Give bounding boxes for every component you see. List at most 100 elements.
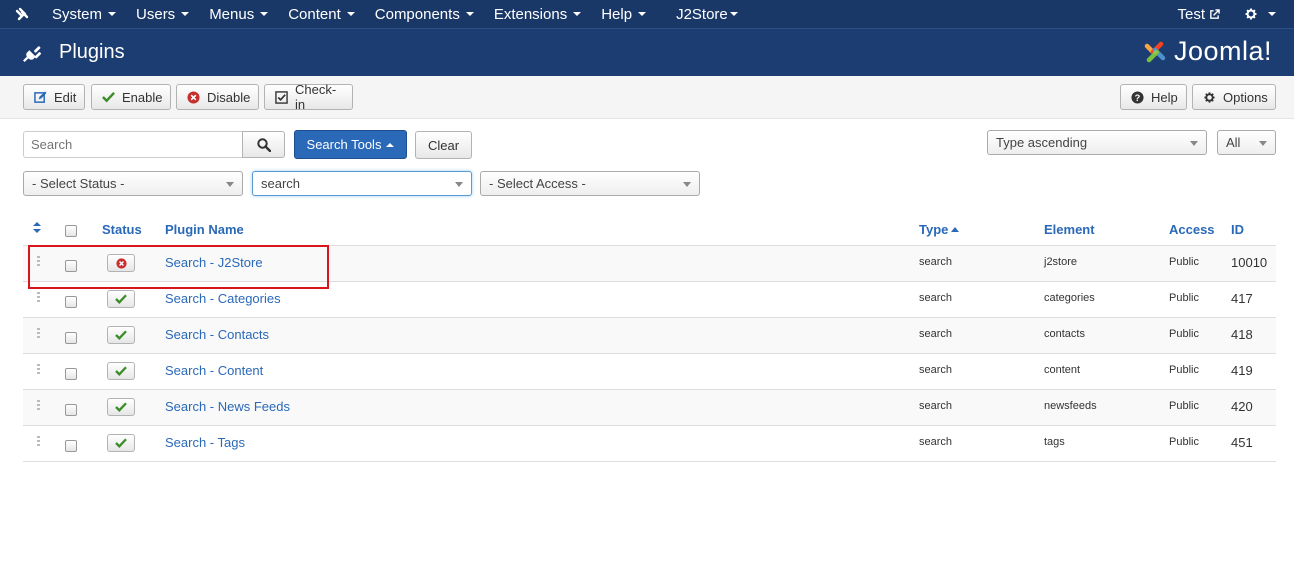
row-checkbox[interactable] xyxy=(65,440,77,452)
help-button[interactable]: ? Help xyxy=(1120,84,1187,110)
chevron-down-icon xyxy=(1190,141,1198,146)
type-filter-value: search xyxy=(261,176,301,191)
plugin-element: tags xyxy=(1044,436,1065,448)
column-status[interactable]: Status xyxy=(102,222,142,237)
nav-content[interactable]: Content xyxy=(278,0,365,28)
clear-button[interactable]: Clear xyxy=(415,131,472,159)
check-icon xyxy=(115,366,127,376)
enable-button[interactable]: Enable xyxy=(91,84,171,110)
type-filter-select[interactable]: search xyxy=(252,171,472,196)
nav-system-label: System xyxy=(52,5,103,23)
nav-help-label: Help xyxy=(601,5,633,23)
limit-select-value: All xyxy=(1226,135,1241,150)
nav-components-label: Components xyxy=(374,5,460,23)
page-header: Plugins Joomla! xyxy=(0,28,1294,76)
plugin-type: search xyxy=(919,256,953,268)
nav-components[interactable]: Components xyxy=(365,0,484,28)
plugin-name-link[interactable]: Search - News Feeds xyxy=(165,399,290,414)
disable-icon xyxy=(187,90,200,104)
search-button[interactable] xyxy=(242,131,285,158)
row-checkbox[interactable] xyxy=(65,296,77,308)
nav-help[interactable]: Help xyxy=(591,0,656,28)
nav-j2store[interactable]: J2Store xyxy=(666,0,748,28)
nav-users[interactable]: Users xyxy=(126,0,199,28)
checkin-button[interactable]: Check-in xyxy=(264,82,353,112)
chevron-down-icon xyxy=(683,182,691,187)
select-all-checkbox[interactable] xyxy=(65,225,77,237)
nav-user-link[interactable]: Test xyxy=(1167,0,1224,28)
search-tools-button[interactable]: Search Tools xyxy=(294,130,407,159)
plugin-name-link[interactable]: Search - Categories xyxy=(165,291,281,306)
plugin-name-link[interactable]: Search - Content xyxy=(165,363,263,378)
nav-system[interactable]: System xyxy=(44,0,126,28)
caret-down-icon xyxy=(181,12,190,16)
chevron-down-icon xyxy=(455,182,463,187)
drag-handle-icon[interactable] xyxy=(37,400,40,411)
disable-button[interactable]: Disable xyxy=(176,84,259,110)
nav-menus[interactable]: Menus xyxy=(199,0,278,28)
status-toggle-button[interactable] xyxy=(107,362,135,380)
chevron-down-icon xyxy=(226,182,234,187)
plugin-type: search xyxy=(919,328,953,340)
drag-handle-icon[interactable] xyxy=(37,328,40,339)
checkbox-checked-icon xyxy=(275,90,288,104)
sort-select[interactable]: Type ascending xyxy=(987,130,1207,155)
search-input[interactable] xyxy=(23,131,243,158)
drag-handle-icon[interactable] xyxy=(37,364,40,375)
nav-right: Test xyxy=(1167,0,1280,28)
row-checkbox[interactable] xyxy=(65,332,77,344)
status-toggle-button[interactable] xyxy=(107,398,135,416)
status-toggle-button[interactable] xyxy=(107,434,135,452)
highlight-box xyxy=(28,245,329,289)
options-button-label: Options xyxy=(1223,89,1268,105)
plugin-id: 417 xyxy=(1231,291,1253,306)
joomla-logo-icon xyxy=(1144,41,1166,62)
nav-extensions[interactable]: Extensions xyxy=(484,0,591,28)
table-row: Search - Content search content Public 4… xyxy=(23,354,1276,390)
caret-down-icon xyxy=(573,12,582,16)
drag-handle-icon[interactable] xyxy=(37,436,40,447)
caret-down-icon xyxy=(346,12,355,16)
drag-handle-icon[interactable] xyxy=(37,292,40,303)
column-type[interactable]: Type xyxy=(919,222,960,237)
options-button[interactable]: Options xyxy=(1192,84,1276,110)
gear-icon xyxy=(1204,91,1215,103)
plugin-id: 419 xyxy=(1231,363,1253,378)
status-toggle-button[interactable] xyxy=(107,290,135,308)
plugin-name-link[interactable]: Search - Contacts xyxy=(165,327,269,342)
column-id[interactable]: ID xyxy=(1231,222,1244,237)
nav-settings[interactable] xyxy=(1224,0,1280,28)
plugin-access: Public xyxy=(1169,328,1199,340)
question-icon: ? xyxy=(1131,90,1144,104)
caret-up-icon xyxy=(951,227,960,232)
access-filter-select[interactable]: - Select Access - xyxy=(480,171,700,196)
column-access[interactable]: Access xyxy=(1169,222,1215,237)
joomla-logo: Joomla! xyxy=(1140,36,1272,67)
edit-button[interactable]: Edit xyxy=(23,84,85,110)
status-toggle-button[interactable] xyxy=(107,326,135,344)
sort-ordering-icon[interactable] xyxy=(33,222,41,233)
plugin-element: j2store xyxy=(1044,256,1078,268)
plugin-id: 451 xyxy=(1231,435,1253,450)
plugin-name-link[interactable]: Search - Tags xyxy=(165,435,245,450)
plugin-id: 10010 xyxy=(1231,255,1268,270)
external-link-icon xyxy=(1210,8,1220,19)
column-plugin-name[interactable]: Plugin Name xyxy=(165,222,244,237)
nav-menus-label: Menus xyxy=(209,5,255,23)
checkin-button-label: Check-in xyxy=(295,82,337,112)
plugin-access: Public xyxy=(1169,436,1199,448)
row-checkbox[interactable] xyxy=(65,368,77,380)
search-tools-label: Search Tools xyxy=(306,137,382,152)
help-button-label: Help xyxy=(1151,89,1178,105)
clear-button-label: Clear xyxy=(427,137,460,153)
limit-select[interactable]: All xyxy=(1217,130,1276,155)
joomla-menu-icon[interactable] xyxy=(0,0,44,28)
plugin-type: search xyxy=(919,400,953,412)
plugin-type: search xyxy=(919,436,953,448)
plugin-access: Public xyxy=(1169,256,1199,268)
check-icon xyxy=(115,438,127,448)
status-filter-select[interactable]: - Select Status - xyxy=(23,171,243,196)
row-checkbox[interactable] xyxy=(65,404,77,416)
plugin-element: content xyxy=(1044,364,1081,376)
column-element[interactable]: Element xyxy=(1044,222,1095,237)
